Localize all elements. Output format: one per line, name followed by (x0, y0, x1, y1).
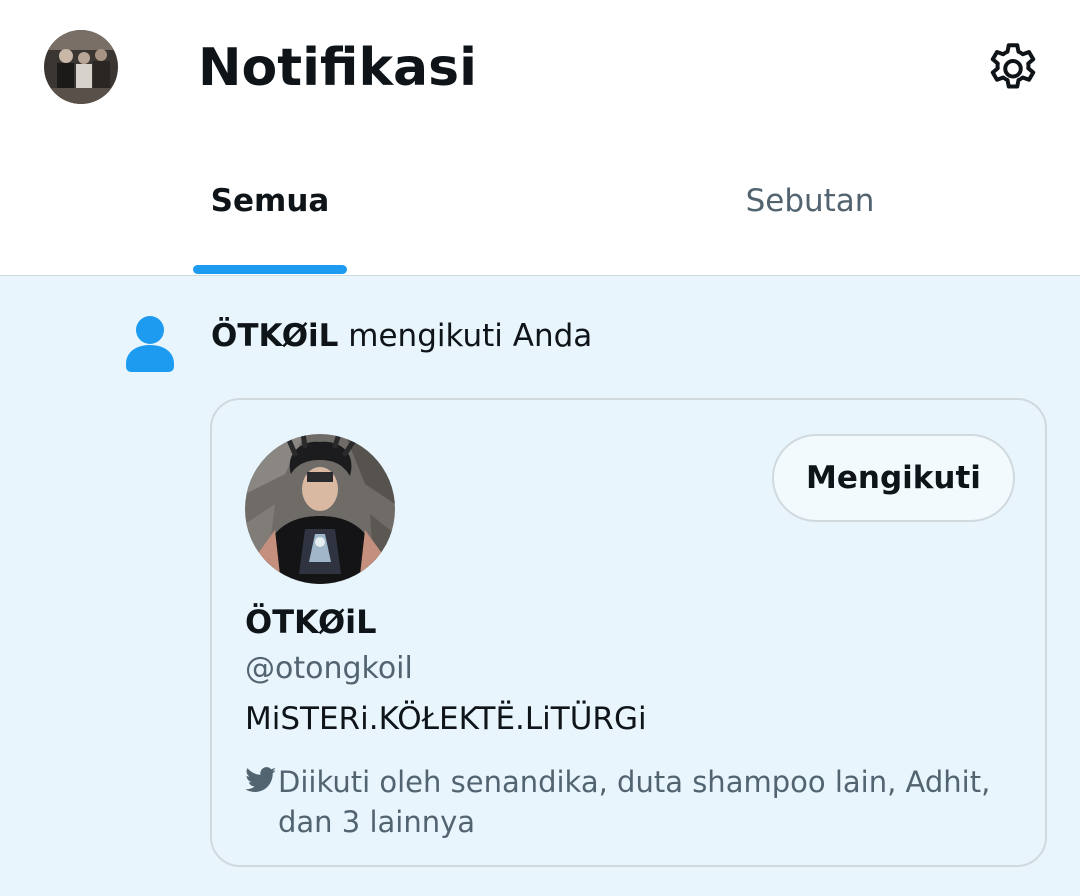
followed-by-text: Diikuti oleh senandika, duta shampoo lai… (278, 765, 991, 839)
display-name[interactable]: ÖTKØiL (245, 602, 377, 642)
following-button[interactable]: Mengikuti (772, 434, 1015, 522)
notification-tabs: Semua Sebutan (0, 136, 1080, 276)
settings-button[interactable] (980, 36, 1046, 102)
user-bio: MiSTERi.KÖŁEKTË.LiTÜRGi (245, 701, 647, 737)
user-card[interactable]: Mengikuti ÖTKØiL @otongkoil MiSTERi.KÖŁE… (210, 398, 1047, 867)
action-text: mengikuti Anda (338, 318, 593, 354)
actor-name[interactable]: ÖTKØiL (211, 318, 338, 354)
profile-photo-icon (245, 434, 395, 584)
tab-mentions-label: Sebutan (745, 182, 875, 219)
person-icon (124, 314, 176, 374)
follow-notification[interactable]: ÖTKØiL mengikuti Anda Mengikuti ÖTKØiL @… (0, 276, 1080, 896)
tab-all-label: Semua (210, 182, 330, 219)
page-title: Notifikasi (198, 38, 477, 98)
app-header: Notifikasi (0, 0, 1080, 136)
notification-text: ÖTKØiL mengikuti Anda (211, 316, 592, 356)
active-tab-indicator (193, 265, 347, 274)
tab-all[interactable]: Semua (0, 136, 540, 275)
user-card-avatar[interactable] (245, 434, 395, 584)
avatar-photo-icon (44, 30, 118, 104)
user-handle[interactable]: @otongkoil (245, 650, 413, 688)
bird-icon (245, 767, 277, 792)
tab-mentions[interactable]: Sebutan (540, 136, 1080, 275)
gear-icon (990, 43, 1036, 89)
user-avatar[interactable] (44, 30, 118, 104)
